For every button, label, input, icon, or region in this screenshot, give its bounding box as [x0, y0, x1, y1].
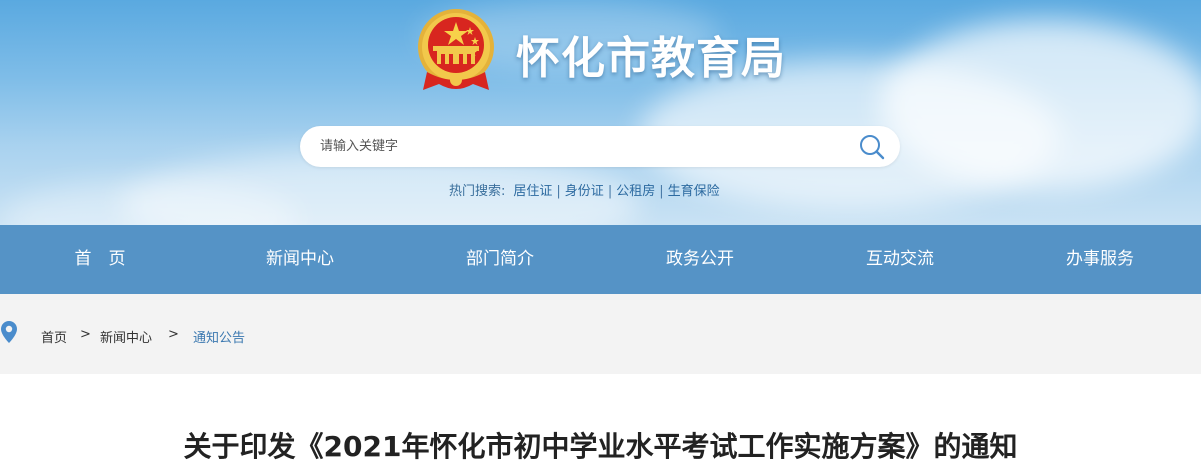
nav-item-departments[interactable]: 部门简介: [400, 225, 600, 294]
divider: |: [556, 184, 561, 199]
national-emblem-icon: [418, 9, 494, 90]
location-pin-icon: [1, 321, 17, 343]
hot-search-link[interactable]: 身份证: [565, 184, 604, 199]
nav-item-services[interactable]: 办事服务: [1000, 225, 1200, 294]
hot-search-link[interactable]: 公租房: [616, 184, 655, 199]
divider: |: [659, 184, 664, 199]
breadcrumb-separator: >: [168, 327, 179, 342]
article-title: 关于印发《2021年怀化市初中学业水平考试工作实施方案》的通知: [183, 430, 1018, 463]
search-box: [300, 126, 900, 167]
breadcrumb-news[interactable]: 新闻中心: [100, 327, 152, 346]
breadcrumb-current[interactable]: 通知公告: [193, 327, 245, 346]
hot-search-link[interactable]: 居住证: [513, 184, 552, 199]
site-title: 怀化市教育局: [516, 33, 786, 84]
hot-search-link[interactable]: 生育保险: [668, 184, 720, 199]
nav-item-home[interactable]: 首 页: [0, 225, 200, 294]
divider: |: [607, 184, 613, 199]
breadcrumb-home[interactable]: 首页: [41, 327, 67, 346]
breadcrumb-separator: >: [80, 327, 91, 342]
main-nav: 首 页 新闻中心 部门简介 政务公开 互动交流 办事服务: [0, 225, 1201, 294]
nav-item-news[interactable]: 新闻中心: [200, 225, 400, 294]
site-header: 怀化市教育局 热门搜索:居住证|身份证|公租房|生育保险: [0, 0, 1201, 225]
search-icon[interactable]: [858, 133, 886, 161]
hot-search-bar: 热门搜索: 居住证 | 身份证 | 公租房 | 生育保险: [449, 180, 720, 199]
hot-search-label: 热门搜索:: [449, 184, 506, 199]
search-input[interactable]: [320, 126, 840, 167]
breadcrumb: 首页 > 新闻中心 > 通知公告: [0, 294, 1201, 374]
nav-item-interaction[interactable]: 互动交流: [800, 225, 1000, 294]
sky-cloud: [880, 20, 1201, 190]
nav-item-government-affairs[interactable]: 政务公开: [600, 225, 800, 294]
